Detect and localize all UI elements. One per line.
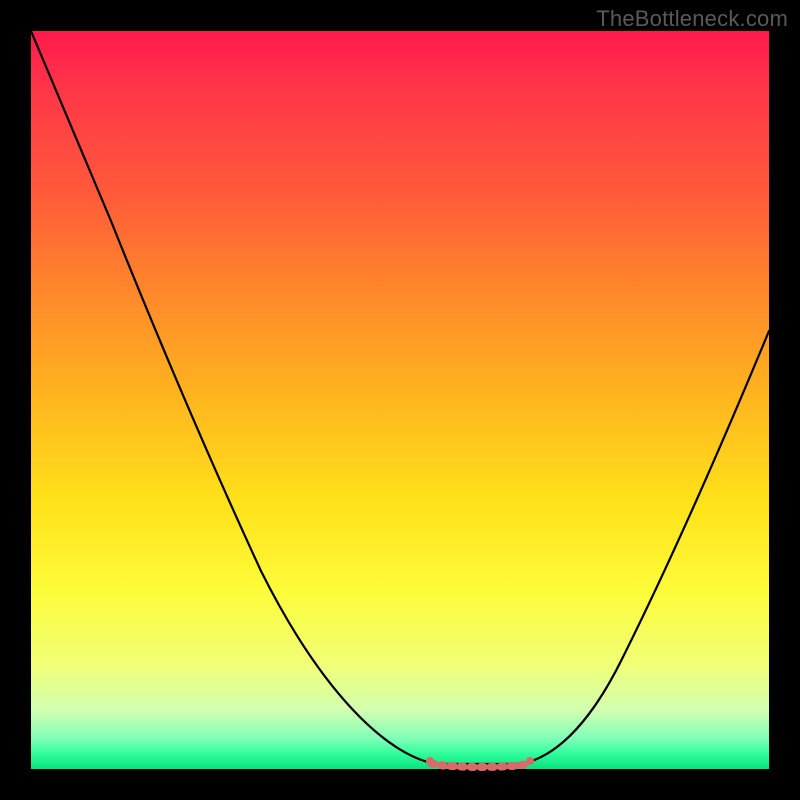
valley-marker-right-dot — [526, 757, 534, 765]
watermark-text: TheBottleneck.com — [596, 6, 788, 32]
bottleneck-curve — [31, 31, 769, 764]
valley-marker-left-dot — [426, 757, 434, 765]
chart-frame: TheBottleneck.com — [0, 0, 800, 800]
valley-marker — [431, 763, 529, 767]
plot-area — [31, 31, 769, 769]
curve-svg — [31, 31, 769, 769]
